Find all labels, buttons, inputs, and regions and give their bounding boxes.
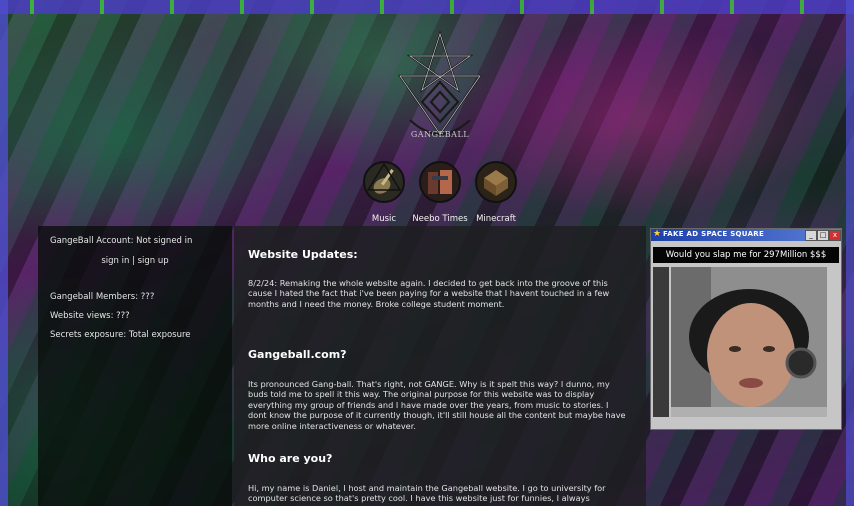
left-border-band <box>0 0 8 506</box>
guitar-icon <box>362 160 406 204</box>
updates-heading: Website Updates: <box>248 248 358 261</box>
about-text: Its pronounced Gang-ball. That's right, … <box>248 379 626 431</box>
face-photo-icon <box>671 267 827 417</box>
nav-item-music[interactable]: Music <box>356 160 412 224</box>
nav-label-minecraft: Minecraft <box>476 214 516 224</box>
newspaper-icon <box>418 160 462 204</box>
close-button[interactable]: x <box>829 230 841 241</box>
views-count: Website views: ??? <box>50 311 130 321</box>
about-heading: Gangeball.com? <box>248 348 347 361</box>
star-icon: ★ <box>653 229 662 239</box>
nav-label-music: Music <box>371 214 397 224</box>
nav-item-minecraft[interactable]: Minecraft <box>468 160 524 224</box>
nav-label-neebo-times: Neebo Times <box>412 214 468 224</box>
secrets-exposure: Secrets exposure: Total exposure <box>50 330 191 340</box>
main-nav: Music Neebo Times Minecraft <box>356 160 556 226</box>
right-border-band <box>846 0 854 506</box>
ad-titlebar[interactable]: ★ FAKE AD SPACE SQUARE _ □ x <box>651 229 841 241</box>
ad-title: FAKE AD SPACE SQUARE <box>663 230 765 238</box>
who-text: Hi, my name is Daniel, I host and mainta… <box>248 483 606 504</box>
ad-caption: Would you slap me for 297Million $$$ <box>653 247 839 263</box>
main-content: Website Updates: 8/2/24: Remaking the wh… <box>234 226 646 506</box>
account-status: GangeBall Account: Not signed in <box>50 236 193 246</box>
minimize-button[interactable]: _ <box>805 230 817 241</box>
sign-in-link[interactable]: sign in <box>101 256 129 266</box>
who-heading: Who are you? <box>248 452 333 465</box>
updates-text: 8/2/24: Remaking the whole website again… <box>248 278 610 309</box>
ad-side-panel <box>653 267 669 417</box>
members-count: Gangeball Members: ??? <box>50 292 155 302</box>
ad-video-frame <box>671 267 827 417</box>
auth-links: sign in | sign up <box>38 256 232 266</box>
auth-separator: | <box>132 256 135 266</box>
logo-text: GANGEBALL <box>410 130 470 139</box>
top-border-band <box>0 0 854 14</box>
maximize-button[interactable]: □ <box>817 230 829 241</box>
minecraft-icon <box>474 160 518 204</box>
sign-up-link[interactable]: sign up <box>138 256 169 266</box>
fake-ad-window[interactable]: ★ FAKE AD SPACE SQUARE _ □ x Would you s… <box>650 228 842 430</box>
account-sidebar: GangeBall Account: Not signed in sign in… <box>38 226 232 506</box>
nav-item-neebo-times[interactable]: Neebo Times <box>412 160 468 224</box>
